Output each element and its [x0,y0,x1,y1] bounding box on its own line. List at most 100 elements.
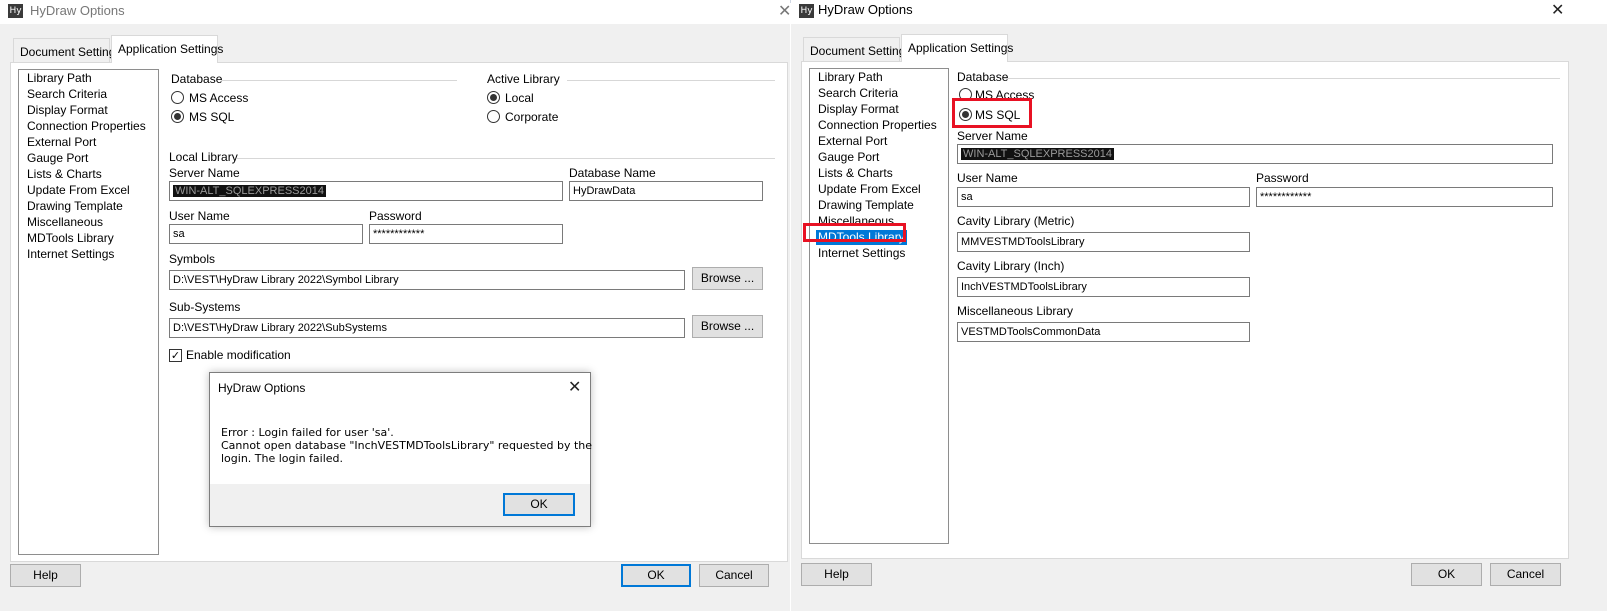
right-window-title: HyDraw Options [818,2,913,17]
hydraw-app-icon: Hy [799,4,814,18]
nav-item-drawing-template[interactable]: Drawing Template [25,199,125,214]
local-library-group-line [237,158,775,159]
nav-item-internet-settings[interactable]: Internet Settings [816,246,907,261]
server-name-label: Server Name [957,129,1028,143]
corporate-radio[interactable] [487,110,500,123]
ms-sql-label[interactable]: MS SQL [189,110,234,124]
left-help-button[interactable]: Help [10,564,81,587]
nav-item-connection-properties[interactable]: Connection Properties [25,119,148,134]
database-group-line [221,80,457,81]
active-library-group-line [567,80,775,81]
user-name-input[interactable]: sa [957,187,1250,207]
server-name-value: WIN-ALT_SQLEXPRESS2014 [961,148,1114,160]
left-ok-button[interactable]: OK [621,564,691,587]
tab-application-settings[interactable]: Application Settings [111,35,223,63]
error-message-line-2: Cannot open database "InchVESTMDToolsLib… [221,439,592,452]
close-icon[interactable]: ✕ [1551,0,1564,19]
error-dialog: HyDraw Options ✕ Error : Login failed fo… [209,372,592,527]
error-dialog-ok-button[interactable]: OK [503,493,575,516]
nav-item-library-path[interactable]: Library Path [816,70,885,85]
enable-modification-checkbox[interactable]: ✓ [169,349,182,362]
server-name-input[interactable]: WIN-ALT_SQLEXPRESS2014 [957,144,1553,164]
password-input[interactable]: ************ [369,224,563,244]
database-group-label: Database [957,70,1009,84]
left-cancel-button[interactable]: Cancel [699,564,769,587]
cavity-inch-label: Cavity Library (Inch) [957,259,1065,273]
database-group-line [1004,78,1560,79]
symbols-path-input[interactable]: D:\VEST\HyDraw Library 2022\Symbol Libra… [169,270,685,290]
password-input[interactable]: ************ [1256,187,1553,207]
user-name-input[interactable]: sa [169,224,363,244]
hydraw-app-icon: Hy [8,4,23,18]
subsystems-path-input[interactable]: D:\VEST\HyDraw Library 2022\SubSystems [169,318,685,338]
right-cancel-button[interactable]: Cancel [1490,563,1561,586]
error-message-line-3: login. The login failed. [221,452,344,465]
user-name-label: User Name [169,209,230,223]
close-icon[interactable]: ✕ [778,1,791,20]
error-message-line-1: Error : Login failed for user 'sa'. [221,426,394,439]
nav-item-gauge-port[interactable]: Gauge Port [816,150,881,165]
enable-modification-label[interactable]: Enable modification [186,348,291,362]
nav-item-drawing-template[interactable]: Drawing Template [816,198,916,213]
database-group-label: Database [171,72,223,86]
left-nav-list: Library Path Search Criteria Display For… [18,69,159,555]
nav-item-update-from-excel[interactable]: Update From Excel [816,182,923,197]
cavity-inch-input[interactable]: InchVESTMDToolsLibrary [957,277,1250,297]
local-label[interactable]: Local [505,91,534,105]
error-dialog-close-icon[interactable]: ✕ [568,377,581,396]
nav-item-gauge-port[interactable]: Gauge Port [25,151,90,166]
active-library-group-label: Active Library [487,72,560,86]
nav-item-display-format[interactable]: Display Format [816,102,901,117]
right-titlebar: Hy HyDraw Options ✕ [791,0,1607,24]
nav-item-miscellaneous[interactable]: Miscellaneous [25,215,105,230]
symbols-browse-button[interactable]: Browse ... [692,267,763,290]
ms-access-radio[interactable] [171,91,184,104]
nav-item-lists-charts[interactable]: Lists & Charts [25,167,104,182]
left-titlebar: Hy HyDraw Options ✕ [0,0,791,24]
nav-item-connection-properties[interactable]: Connection Properties [816,118,939,133]
right-ok-button[interactable]: OK [1411,563,1482,586]
server-name-label: Server Name [169,166,240,180]
tab-application-settings[interactable]: Application Settings [901,34,1013,62]
mdtools-library-highlight [803,223,906,242]
cavity-metric-label: Cavity Library (Metric) [957,214,1075,228]
misc-library-input[interactable]: VESTMDToolsCommonData [957,322,1250,342]
nav-item-internet-settings[interactable]: Internet Settings [25,247,116,262]
tab-document-settings[interactable]: Document Settings [803,37,911,63]
symbols-label: Symbols [169,252,216,266]
right-options-window: Hy HyDraw Options ✕ Document Settings Ap… [791,0,1607,611]
nav-item-lists-charts[interactable]: Lists & Charts [816,166,895,181]
subsystems-label: Sub-Systems [169,300,241,314]
database-name-input[interactable]: HyDrawData [569,181,763,201]
nav-item-update-from-excel[interactable]: Update From Excel [25,183,132,198]
ms-sql-highlight [952,98,1032,128]
local-library-group-label: Local Library [169,150,238,164]
nav-item-search-criteria[interactable]: Search Criteria [25,87,109,102]
nav-item-external-port[interactable]: External Port [25,135,98,150]
nav-item-external-port[interactable]: External Port [816,134,889,149]
ms-access-label[interactable]: MS Access [189,91,248,105]
error-dialog-footer: OK [210,484,590,526]
database-name-label: Database Name [569,166,656,180]
misc-library-label: Miscellaneous Library [957,304,1074,318]
nav-item-display-format[interactable]: Display Format [25,103,110,118]
right-settings-panel: Library Path Search Criteria Display For… [801,61,1569,559]
nav-item-library-path[interactable]: Library Path [25,71,94,86]
right-nav-list: Library Path Search Criteria Display For… [809,68,949,544]
local-radio[interactable] [487,91,500,104]
tab-document-settings[interactable]: Document Settings [13,38,121,64]
ms-sql-radio[interactable] [171,110,184,123]
password-label: Password [369,209,422,223]
right-help-button[interactable]: Help [801,563,872,586]
server-name-value: WIN-ALT_SQLEXPRESS2014 [173,185,326,197]
server-name-input[interactable]: WIN-ALT_SQLEXPRESS2014 [169,181,563,201]
subsystems-browse-button[interactable]: Browse ... [692,315,763,338]
error-dialog-title: HyDraw Options [218,381,306,395]
user-name-label: User Name [957,171,1018,185]
cavity-metric-input[interactable]: MMVESTMDToolsLibrary [957,232,1250,252]
password-label: Password [1256,171,1309,185]
left-window-title: HyDraw Options [30,3,125,18]
corporate-label[interactable]: Corporate [505,110,558,124]
nav-item-mdtools-library[interactable]: MDTools Library [25,231,116,246]
nav-item-search-criteria[interactable]: Search Criteria [816,86,900,101]
